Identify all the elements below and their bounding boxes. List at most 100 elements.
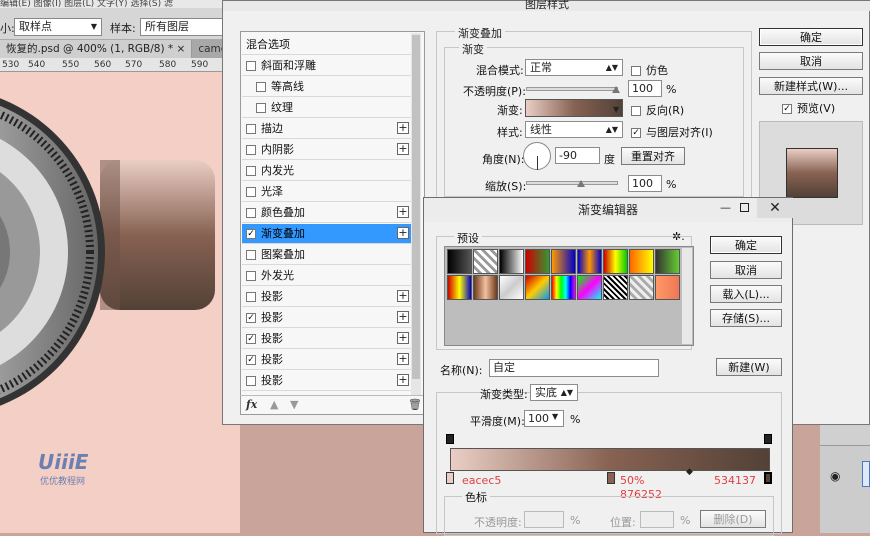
style-checkbox[interactable]: [246, 376, 256, 386]
style-item[interactable]: 投影 +: [242, 287, 412, 307]
style-checkbox[interactable]: [246, 187, 256, 197]
midpoint-diamond-icon[interactable]: ◆: [686, 467, 693, 477]
reverse-option[interactable]: 反向(R): [631, 102, 684, 118]
style-checkbox[interactable]: [246, 271, 256, 281]
style-item[interactable]: 等高线: [242, 77, 412, 97]
style-item[interactable]: ✓ 投影 +: [242, 329, 412, 349]
scale-slider-knob[interactable]: [577, 180, 585, 187]
style-checkbox[interactable]: [246, 124, 256, 134]
move-up-icon[interactable]: ▲: [270, 398, 278, 411]
add-effect-icon[interactable]: +: [397, 353, 409, 365]
trash-icon[interactable]: 🗑: [408, 398, 422, 411]
opacity-stop-right[interactable]: [764, 434, 772, 444]
style-checkbox[interactable]: [246, 250, 256, 260]
dither-option[interactable]: 仿色: [631, 62, 668, 78]
location-input[interactable]: [640, 511, 674, 528]
opacity-slider-knob[interactable]: [612, 86, 620, 93]
style-select[interactable]: 线性 ▲▼: [525, 121, 623, 138]
delete-button[interactable]: 删除(D): [700, 510, 766, 528]
style-checkbox[interactable]: [256, 103, 266, 113]
opacity-slider[interactable]: [526, 87, 618, 91]
add-effect-icon[interactable]: +: [397, 374, 409, 386]
add-effect-icon[interactable]: +: [397, 311, 409, 323]
scale-slider[interactable]: [526, 181, 618, 185]
scale-input[interactable]: 100: [628, 175, 662, 192]
style-checkbox[interactable]: [246, 61, 256, 71]
style-item[interactable]: 斜面和浮雕: [242, 56, 412, 76]
document-canvas[interactable]: UiiiE 优优教程网: [0, 72, 240, 533]
name-input[interactable]: 自定: [489, 359, 659, 377]
preset-swatch[interactable]: [655, 275, 680, 300]
preset-swatch[interactable]: [655, 249, 680, 274]
preview-checkbox[interactable]: ✓: [782, 104, 792, 114]
style-checkbox[interactable]: ✓: [246, 313, 256, 323]
ok-button[interactable]: 确定: [759, 28, 863, 46]
style-checkbox[interactable]: [246, 292, 256, 302]
preset-swatch[interactable]: [447, 275, 472, 300]
minimize-icon[interactable]: —: [720, 201, 731, 214]
load-button[interactable]: 载入(L)...: [710, 285, 782, 303]
chevron-down-icon[interactable]: ▼: [552, 412, 558, 421]
sample-size-select[interactable]: 取样点 ▼: [14, 18, 102, 36]
style-item[interactable]: 描边 +: [242, 119, 412, 139]
dither-checkbox[interactable]: [631, 66, 641, 76]
preset-swatch[interactable]: [499, 249, 524, 274]
add-effect-icon[interactable]: +: [397, 290, 409, 302]
style-item[interactable]: 内阴影 +: [242, 140, 412, 160]
style-checkbox[interactable]: [246, 145, 256, 155]
tab-document-1[interactable]: 恢复的.psd @ 400% (1, RGB/8) * ×: [0, 40, 193, 58]
preset-swatch[interactable]: [525, 249, 550, 274]
color-stop-right[interactable]: [764, 472, 772, 484]
ok-button[interactable]: 确定: [710, 236, 782, 254]
style-item[interactable]: ✓ 渐变叠加 +: [242, 224, 412, 244]
eye-icon[interactable]: ◉: [830, 469, 840, 483]
style-item[interactable]: 光泽: [242, 182, 412, 202]
sample-select[interactable]: 所有图层: [140, 18, 224, 36]
preset-swatch[interactable]: [473, 249, 498, 274]
add-effect-icon[interactable]: +: [397, 332, 409, 344]
style-item[interactable]: 投影 +: [242, 371, 412, 391]
align-checkbox[interactable]: ✓: [631, 128, 641, 138]
preset-swatch[interactable]: [603, 275, 628, 300]
style-item[interactable]: ✓ 投影 +: [242, 308, 412, 328]
gear-icon[interactable]: ✲.: [672, 230, 685, 243]
opacity-stop-left[interactable]: [446, 434, 454, 444]
fx-icon[interactable]: fx: [246, 398, 257, 411]
preset-swatch[interactable]: [629, 249, 654, 274]
style-item[interactable]: 外发光: [242, 266, 412, 286]
preset-swatch[interactable]: [473, 275, 498, 300]
cancel-button[interactable]: 取消: [759, 52, 863, 70]
preset-swatch[interactable]: [577, 275, 602, 300]
presets-scrollbar[interactable]: [682, 248, 692, 344]
close-icon[interactable]: ×: [177, 43, 186, 55]
preset-swatch[interactable]: [603, 249, 628, 274]
menu-bar[interactable]: 编辑(E) 图像(I) 图层(L) 文字(Y) 选择(S) 滤: [0, 0, 240, 8]
stop-opacity-input[interactable]: [524, 511, 564, 528]
new-style-button[interactable]: 新建样式(W)...: [759, 77, 863, 95]
style-checkbox[interactable]: ✓: [246, 334, 256, 344]
style-checkbox[interactable]: ✓: [246, 229, 256, 239]
gradient-type-select[interactable]: 实底 ▲▼: [530, 384, 578, 401]
layer-row[interactable]: [820, 445, 870, 533]
close-icon[interactable]: ✕: [757, 198, 793, 218]
new-button[interactable]: 新建(W): [716, 358, 782, 376]
opacity-input[interactable]: 100: [628, 80, 662, 97]
reset-align-button[interactable]: 重置对齐: [621, 147, 685, 165]
align-option[interactable]: ✓ 与图层对齐(I): [631, 124, 713, 140]
blend-mode-select[interactable]: 正常 ▲▼: [525, 59, 623, 76]
style-item[interactable]: 纹理: [242, 98, 412, 118]
style-item[interactable]: 颜色叠加 +: [242, 203, 412, 223]
cancel-button[interactable]: 取消: [710, 261, 782, 279]
preset-swatch[interactable]: [629, 275, 654, 300]
preset-swatch[interactable]: [447, 249, 472, 274]
move-down-icon[interactable]: ▼: [290, 398, 298, 411]
preset-swatch[interactable]: [551, 275, 576, 300]
preset-swatch[interactable]: [551, 249, 576, 274]
gradient-swatch[interactable]: [525, 99, 623, 117]
add-effect-icon[interactable]: +: [397, 206, 409, 218]
color-stop-mid[interactable]: [607, 472, 615, 484]
style-checkbox[interactable]: ✓: [246, 355, 256, 365]
preset-swatch[interactable]: [577, 249, 602, 274]
add-effect-icon[interactable]: +: [397, 227, 409, 239]
gradient-preview-bar[interactable]: [450, 448, 770, 471]
